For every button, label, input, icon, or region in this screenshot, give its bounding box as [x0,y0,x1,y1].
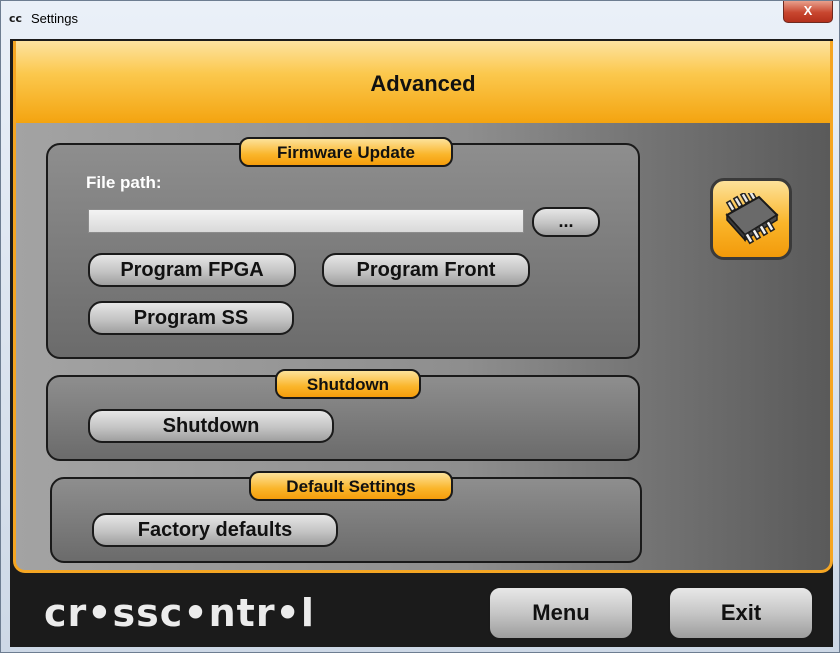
program-fpga-button[interactable]: Program FPGA [88,253,296,287]
file-path-label: File path: [86,173,162,192]
chip-button[interactable] [710,178,792,260]
menu-button[interactable]: Menu [488,586,634,640]
exit-button[interactable]: Exit [668,586,814,640]
title-bar[interactable]: cc Settings X [1,1,839,39]
window-title: Settings [31,11,78,26]
shutdown-button[interactable]: Shutdown [88,409,334,443]
browse-button[interactable]: ... [532,207,600,237]
close-button[interactable]: X [783,1,833,23]
program-ss-button[interactable]: Program SS [88,301,294,335]
factory-defaults-button[interactable]: Factory defaults [92,513,338,547]
default-settings-title: Default Settings [249,471,453,501]
chip-icon [725,193,779,245]
settings-window: cc Settings X Advanced File path: ... Pr… [0,0,840,653]
main-panel: Advanced File path: ... Program FPGA Pro… [13,41,833,573]
shutdown-title: Shutdown [275,369,421,399]
header-bar: Advanced [16,41,830,123]
file-path-input[interactable] [88,209,524,233]
firmware-update-title: Firmware Update [239,137,453,167]
app-logo-icon: cc [9,12,23,25]
client-area: Advanced File path: ... Program FPGA Pro… [10,39,833,647]
crosscontrol-logo: cr•ssc•ntr•l [44,591,315,635]
page-title: Advanced [370,71,476,96]
firmware-update-group: File path: ... Program FPGA Program Fron… [46,143,640,359]
program-front-button[interactable]: Program Front [322,253,530,287]
